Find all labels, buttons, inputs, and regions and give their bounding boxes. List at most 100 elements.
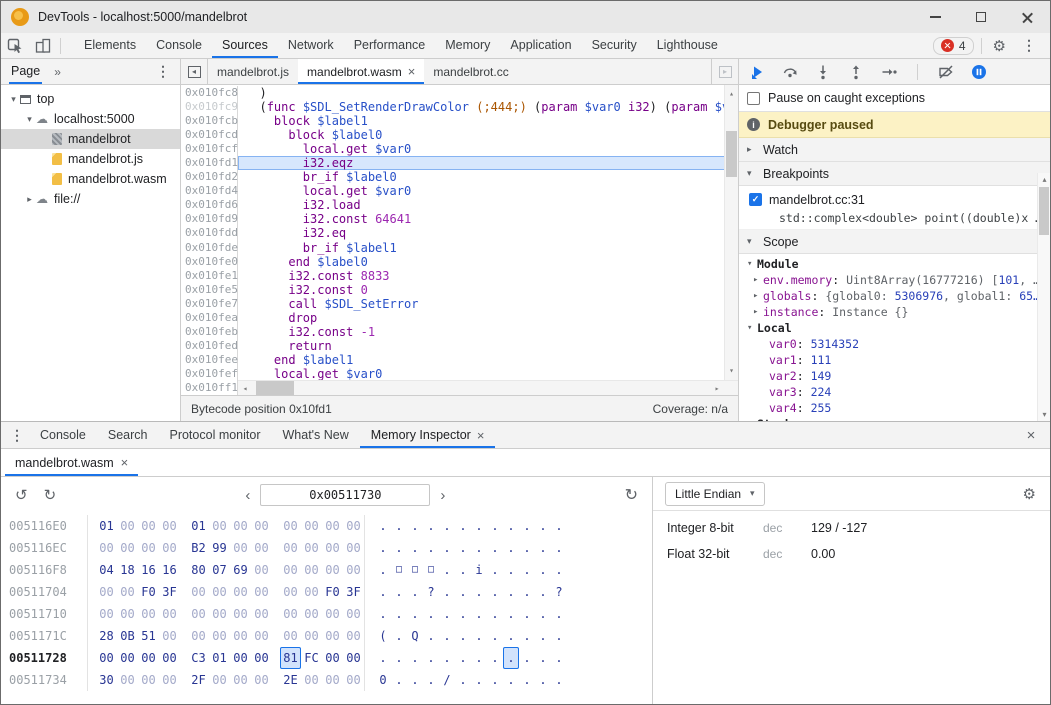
hex-byte[interactable]: 00 [209, 515, 230, 537]
ascii-char[interactable]: . [407, 515, 423, 537]
ascii-char[interactable]: ( [375, 625, 391, 647]
scroll-up-icon[interactable]: ▴ [725, 87, 738, 101]
hex-byte[interactable]: 00 [138, 647, 159, 669]
hex-byte[interactable]: 00 [138, 515, 159, 537]
ascii-char[interactable]: . [439, 559, 455, 581]
hex-byte[interactable]: 00 [301, 559, 322, 581]
ascii-char[interactable]: . [455, 669, 471, 691]
hex-byte[interactable]: 00 [209, 603, 230, 625]
code-line-address[interactable]: 0x010fd2 [181, 170, 238, 184]
resume-button[interactable] [749, 64, 765, 80]
ascii-char[interactable]: . [375, 603, 391, 625]
ascii-char[interactable]: . [535, 647, 551, 669]
ascii-char[interactable]: . [551, 559, 567, 581]
tree-item-top[interactable]: ▾top [1, 89, 180, 109]
hex-byte[interactable]: 00 [251, 669, 272, 691]
ascii-char[interactable]: . [423, 537, 439, 559]
hex-byte[interactable]: 2E [280, 669, 301, 691]
ascii-char[interactable]: Q [407, 625, 423, 647]
hex-byte[interactable]: 00 [301, 515, 322, 537]
hex-byte[interactable]: 00 [301, 603, 322, 625]
code-line-address[interactable]: 0x010fed [181, 339, 238, 353]
ascii-char[interactable]: . [519, 603, 535, 625]
source-tab-mandelbrot-cc[interactable]: mandelbrot.cc [424, 59, 517, 84]
hex-byte[interactable]: 00 [159, 603, 180, 625]
code-line-address[interactable]: 0x010fd9 [181, 212, 238, 226]
hex-byte[interactable]: 3F [343, 581, 364, 603]
hex-byte[interactable]: 00 [117, 537, 138, 559]
next-page-icon[interactable]: › [430, 487, 455, 504]
hex-byte[interactable]: 00 [230, 515, 251, 537]
ascii-char[interactable]: . [439, 603, 455, 625]
scroll-up-icon[interactable]: ▴ [1038, 175, 1050, 184]
ascii-char[interactable]: . [455, 603, 471, 625]
ascii-char[interactable]: . [535, 559, 551, 581]
hex-byte[interactable]: 00 [209, 669, 230, 691]
code-line-address[interactable]: 0x010fdd [181, 226, 238, 240]
ascii-char[interactable]: . [551, 669, 567, 691]
hex-byte[interactable]: 01 [209, 647, 230, 669]
hex-byte[interactable]: F0 [322, 581, 343, 603]
ascii-char[interactable]: . [455, 559, 471, 581]
code-line-address[interactable]: 0x010feb [181, 325, 238, 339]
ascii-char[interactable]: . [455, 581, 471, 603]
tab-sources[interactable]: Sources [212, 33, 278, 58]
history-forward-icon[interactable]: ↻ [44, 486, 57, 504]
ascii-char[interactable]: . [391, 669, 407, 691]
value-settings-gear-icon[interactable]: ⚙ [1015, 485, 1038, 503]
drawer-tab-memory-inspector[interactable]: Memory Inspector× [360, 422, 496, 448]
code-line[interactable]: 0x010fcd block $label0 [181, 128, 738, 142]
hex-byte[interactable]: 00 [188, 625, 209, 647]
ascii-char[interactable]: . [503, 515, 519, 537]
close-tab-icon[interactable]: × [121, 456, 129, 469]
tab-memory[interactable]: Memory [435, 33, 500, 58]
ascii-char[interactable]: . [487, 669, 503, 691]
pause-caught-exceptions-checkbox[interactable] [747, 92, 760, 105]
hex-byte[interactable]: 00 [322, 625, 343, 647]
scope-section-module[interactable]: ▾Module [739, 256, 1050, 272]
close-drawer-icon[interactable]: × [1016, 422, 1046, 448]
code-line[interactable]: 0x010fd6 i32.load [181, 198, 738, 212]
editor-horizontal-scrollbar[interactable]: ◂ ▸ [238, 380, 738, 395]
device-toolbar-button[interactable] [29, 33, 57, 58]
source-tab-mandelbrot-wasm[interactable]: mandelbrot.wasm× [298, 59, 424, 84]
step-button[interactable] [881, 64, 897, 80]
panel-vertical-scrollbar[interactable]: ▴ ▾ [1037, 173, 1050, 421]
scroll-down-icon[interactable]: ▾ [1038, 410, 1050, 419]
hex-byte[interactable]: 00 [251, 603, 272, 625]
value-format[interactable]: dec [763, 521, 811, 535]
tree-item-mandelbrot[interactable]: mandelbrot [1, 129, 180, 149]
code-line[interactable]: 0x010fe7 call $SDL_SetError [181, 297, 738, 311]
hex-byte[interactable]: 00 [322, 559, 343, 581]
close-button[interactable] [1004, 1, 1050, 33]
ascii-char[interactable]: . [407, 669, 423, 691]
ascii-char[interactable]: . [391, 625, 407, 647]
hex-byte[interactable]: 00 [96, 603, 117, 625]
drawer-tab-protocol-monitor[interactable]: Protocol monitor [158, 422, 271, 448]
ascii-char[interactable]: . [455, 515, 471, 537]
code-line[interactable]: 0x010fd1 i32.eqz [181, 156, 738, 170]
ascii-char[interactable]: . [519, 537, 535, 559]
ascii-char[interactable]: . [487, 515, 503, 537]
hex-byte[interactable]: 3F [159, 581, 180, 603]
hex-byte[interactable]: 99 [209, 537, 230, 559]
scope-section-header[interactable]: ▾ Scope [739, 230, 1050, 254]
ascii-char[interactable]: . [487, 625, 503, 647]
tab-performance[interactable]: Performance [344, 33, 436, 58]
ascii-char[interactable]: . [535, 515, 551, 537]
hex-byte[interactable]: 00 [280, 559, 301, 581]
minimize-button[interactable] [912, 1, 958, 33]
hex-byte[interactable]: 00 [117, 669, 138, 691]
hex-byte[interactable]: 00 [280, 581, 301, 603]
code-line-address[interactable]: 0x010fe1 [181, 269, 238, 283]
settings-gear-icon[interactable]: ⚙ [985, 37, 1014, 55]
ascii-char[interactable]: . [519, 625, 535, 647]
deactivate-breakpoints-button[interactable] [938, 64, 954, 80]
ascii-char[interactable]: . [503, 669, 519, 691]
hex-byte[interactable]: 00 [301, 625, 322, 647]
code-line[interactable]: 0x010fe5 i32.const 0 [181, 283, 738, 297]
hex-byte[interactable]: 00 [343, 647, 364, 669]
ascii-char[interactable]: . [487, 537, 503, 559]
ascii-char[interactable]: . [423, 669, 439, 691]
ascii-char[interactable]: / [439, 669, 455, 691]
